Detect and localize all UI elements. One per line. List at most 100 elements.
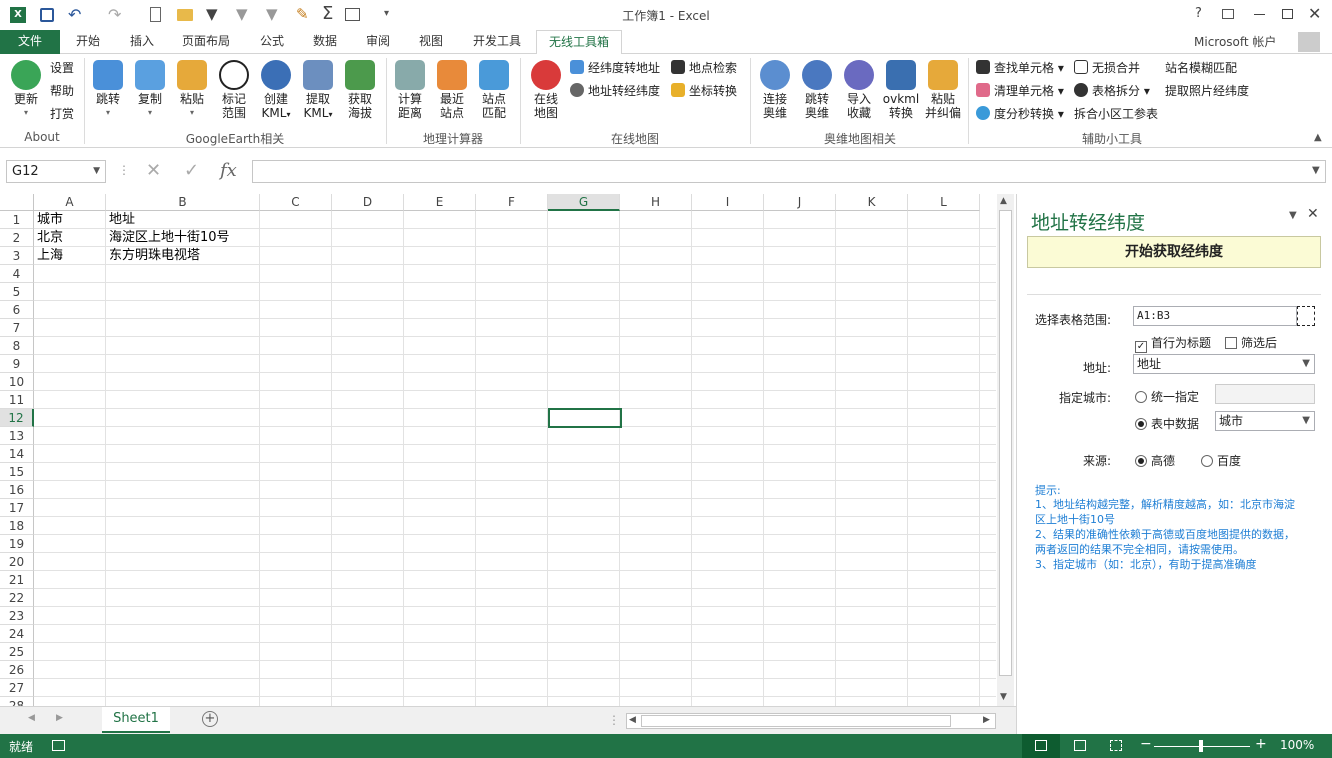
online-map-button[interactable]: 在线 地图 (526, 60, 566, 120)
coord-convert-button[interactable]: 坐标转换 (671, 81, 737, 101)
row-header-3[interactable]: 3 (0, 247, 34, 265)
column-header-c[interactable]: C (260, 194, 332, 211)
tab-wireless-toolbox[interactable]: 无线工具箱 (536, 30, 622, 55)
row-header-4[interactable]: 4 (0, 265, 34, 283)
expand-formula-icon[interactable]: ▼ (1312, 165, 1320, 176)
add-sheet-icon[interactable]: + (202, 711, 218, 727)
scroll-down-icon[interactable]: ▼ (1000, 692, 1007, 702)
ll-to-address-button[interactable]: 经纬度转地址 (570, 58, 660, 78)
help-button[interactable]: 帮助 (50, 81, 74, 101)
zoom-slider-thumb[interactable] (1199, 740, 1203, 752)
column-header-l[interactable]: L (908, 194, 980, 211)
split-merge-table-button[interactable]: 拆合小区工参表 (1074, 104, 1158, 124)
start-geocode-button[interactable]: 开始获取经纬度 (1027, 236, 1321, 268)
row-header-13[interactable]: 13 (0, 427, 34, 445)
redo-icon[interactable]: ↷ (108, 5, 121, 24)
minimize-icon[interactable] (1254, 14, 1265, 15)
cell-a1[interactable]: 城市 (34, 211, 63, 229)
city-radio-table[interactable]: 表中数据 (1135, 415, 1199, 432)
customize-qat-icon[interactable]: ▾ (384, 8, 389, 19)
row-header-2[interactable]: 2 (0, 229, 34, 247)
column-header-d[interactable]: D (332, 194, 404, 211)
cell-b2[interactable]: 海淀区上地十街10号 (106, 229, 230, 247)
row-header-19[interactable]: 19 (0, 535, 34, 553)
clear-filter-icon[interactable]: ▼ (236, 5, 248, 23)
tab-view[interactable]: 视图 (409, 30, 453, 54)
nearest-station-button[interactable]: 最近 站点 (432, 60, 472, 120)
select-all-corner[interactable] (0, 194, 34, 211)
ge-altitude-button[interactable]: 获取 海拔 (340, 60, 380, 120)
column-header-f[interactable]: F (476, 194, 548, 211)
pane-options-icon[interactable]: ▼ (1289, 210, 1297, 221)
row-header-23[interactable]: 23 (0, 607, 34, 625)
source-radio-amap[interactable]: 高德 (1135, 452, 1175, 469)
format-painter-icon[interactable]: ✎ (296, 5, 309, 23)
horizontal-scrollbar[interactable]: ◀ ▶ (626, 713, 996, 729)
filter-icon[interactable]: ▼ (206, 5, 218, 23)
column-header-a[interactable]: A (34, 194, 106, 211)
row-header-17[interactable]: 17 (0, 499, 34, 517)
cancel-icon[interactable]: ✕ (146, 160, 161, 181)
ge-create-kml-button[interactable]: 创建 KML▾ (255, 60, 297, 122)
row-header-15[interactable]: 15 (0, 463, 34, 481)
row-header-9[interactable]: 9 (0, 355, 34, 373)
range-select-icon[interactable] (1297, 306, 1315, 326)
autosum-icon[interactable]: Σ (322, 3, 333, 24)
tab-review[interactable]: 审阅 (356, 30, 400, 54)
row-header-7[interactable]: 7 (0, 319, 34, 337)
worksheet-grid[interactable]: ABCDEFGHIJKL 1 2 3 4 5 6 7 8 9 10 11 12 13 14 15 16 17 18… (0, 194, 996, 706)
scroll-right-icon[interactable]: ▶ (983, 715, 990, 725)
station-match-button[interactable]: 站点 匹配 (474, 60, 514, 120)
ge-goto-button[interactable]: 跳转 ▾ (88, 60, 128, 120)
avatar[interactable] (1298, 32, 1320, 52)
connect-ovi-button[interactable]: 连接 奥维 (755, 60, 795, 120)
dms-convert-button[interactable]: 度分秒转换 ▾ (976, 104, 1064, 124)
row-header-24[interactable]: 24 (0, 625, 34, 643)
address-to-ll-button[interactable]: 地址转经纬度 (570, 81, 660, 101)
row-header-12[interactable]: 12 (0, 409, 34, 427)
header-checkbox[interactable]: ✓ 首行为标题 (1135, 334, 1211, 353)
page-break-view-icon[interactable] (1110, 740, 1122, 751)
tab-formulas[interactable]: 公式 (250, 30, 294, 54)
clear-cell-button[interactable]: 清理单元格 ▾ (976, 81, 1064, 101)
ge-paste-button[interactable]: 粘贴 ▾ (172, 60, 212, 120)
import-favorites-button[interactable]: 导入 收藏 (839, 60, 879, 120)
row-header-28[interactable]: 28 (0, 697, 34, 706)
collapse-ribbon-icon[interactable]: ▲ (1314, 132, 1322, 143)
column-header-g[interactable]: G (548, 194, 620, 211)
close-icon[interactable]: ✕ (1308, 4, 1321, 23)
column-header-j[interactable]: J (764, 194, 836, 211)
source-radio-baidu[interactable]: 百度 (1201, 452, 1241, 469)
find-cell-button[interactable]: 查找单元格 ▾ (976, 58, 1064, 78)
vertical-scrollbar[interactable]: ▲ ▼ (997, 194, 1014, 706)
city-radio-unified[interactable]: 统一指定 (1135, 388, 1199, 405)
prev-sheet-icon[interactable]: ◀ (28, 713, 35, 723)
name-box[interactable]: G12 ▼ (6, 160, 106, 183)
scroll-up-icon[interactable]: ▲ (1000, 196, 1007, 206)
row-header-21[interactable]: 21 (0, 571, 34, 589)
help-icon[interactable]: ? (1195, 6, 1202, 21)
ovkml-convert-button[interactable]: ovkml 转换 (880, 60, 922, 120)
save-icon[interactable] (40, 8, 54, 22)
row-header-11[interactable]: 11 (0, 391, 34, 409)
column-header-k[interactable]: K (836, 194, 908, 211)
table-split-button[interactable]: 表格拆分 ▾ (1074, 81, 1150, 101)
maximize-icon[interactable] (1282, 9, 1293, 19)
tab-developer[interactable]: 开发工具 (462, 30, 532, 54)
zoom-in-icon[interactable]: + (1255, 736, 1267, 752)
photo-ll-button[interactable]: 提取照片经纬度 (1165, 81, 1249, 101)
zoom-out-icon[interactable]: − (1140, 736, 1152, 752)
reapply-filter-icon[interactable]: ▼ (266, 5, 278, 23)
next-sheet-icon[interactable]: ▶ (56, 713, 63, 723)
filtered-checkbox[interactable]: 筛选后 (1225, 334, 1277, 351)
ge-extract-kml-button[interactable]: 提取 KML▾ (297, 60, 339, 122)
city-unified-input[interactable] (1215, 384, 1315, 404)
calc-distance-button[interactable]: 计算 距离 (390, 60, 430, 120)
horizontal-scroll-thumb[interactable] (641, 715, 951, 727)
active-cell-g12[interactable] (548, 408, 622, 428)
macro-record-icon[interactable] (52, 740, 65, 751)
cell-b3[interactable]: 东方明珠电视塔 (106, 247, 200, 265)
city-column-select[interactable]: 城市 ▼ (1215, 411, 1315, 431)
cell-b1[interactable]: 地址 (106, 211, 135, 229)
sheet-tab-sheet1[interactable]: Sheet1 (102, 707, 170, 733)
